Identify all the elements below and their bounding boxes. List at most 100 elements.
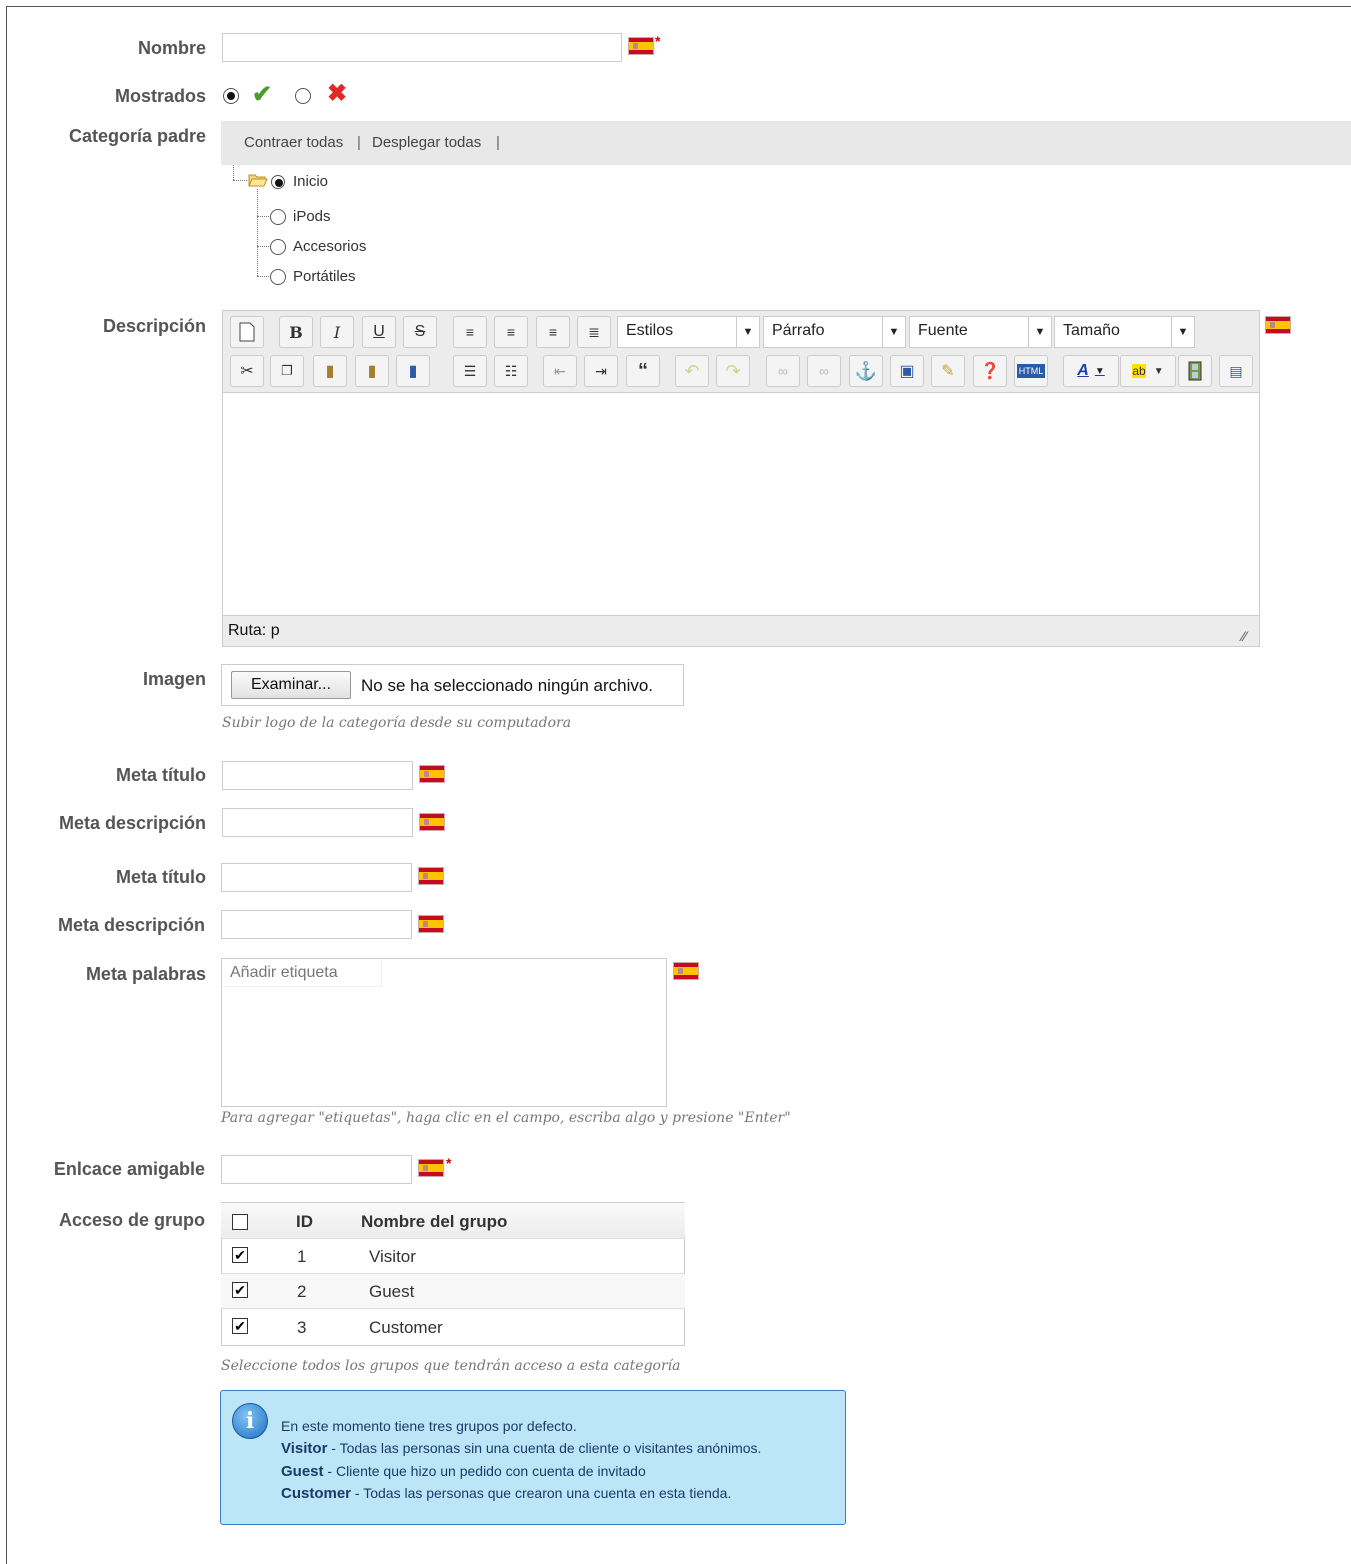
add-tag-input[interactable]: Añadir etiqueta: [223, 960, 382, 987]
cut-icon[interactable]: ✂: [230, 355, 264, 387]
highlight-color-icon[interactable]: ab ▼: [1120, 355, 1176, 387]
styles-select[interactable]: Estilos ▼: [617, 316, 760, 348]
media-icon[interactable]: [1178, 355, 1212, 387]
header-id: ID: [296, 1212, 313, 1231]
meta-keywords-label: Meta palabras: [85, 964, 206, 984]
info-group-desc: - Todas las personas sin una cuenta de c…: [327, 1440, 762, 1456]
link-icon[interactable]: ∞: [766, 355, 800, 387]
keywords-hint: Para agregar "etiquetas", haga clic en e…: [221, 1110, 791, 1126]
text-color-icon[interactable]: A ▼: [1063, 355, 1119, 387]
check-icon: ✔: [252, 81, 273, 108]
underline-icon[interactable]: U: [362, 316, 396, 348]
tree-item-inicio[interactable]: Inicio: [293, 173, 328, 190]
spain-flag-icon[interactable]: [1266, 317, 1290, 333]
browse-button[interactable]: Examinar...: [231, 671, 351, 699]
chevron-down-icon: ▼: [1028, 317, 1051, 347]
help-icon[interactable]: ❓: [973, 355, 1007, 387]
info-intro: En este momento tiene tres grupos por de…: [281, 1418, 577, 1434]
chevron-down-icon: ▼: [1171, 317, 1194, 347]
align-center-icon[interactable]: ≡: [494, 316, 528, 348]
undo-icon[interactable]: ↶: [675, 355, 709, 387]
info-group-desc: - Todas las personas que crearon una cue…: [351, 1485, 732, 1501]
copy-icon[interactable]: ❐: [270, 355, 304, 387]
anchor-icon[interactable]: ⚓: [849, 355, 883, 387]
tree-item-accesorios[interactable]: Accesorios: [293, 238, 366, 255]
group-checkbox[interactable]: ✔: [232, 1247, 248, 1263]
template-icon[interactable]: ▤: [1219, 355, 1253, 387]
indent-icon[interactable]: ⇥: [584, 355, 618, 387]
tree-connector: [257, 189, 258, 276]
paragraph-select[interactable]: Párrafo ▼: [763, 316, 906, 348]
meta-description-input[interactable]: [221, 910, 412, 939]
spain-flag-icon[interactable]: [420, 766, 444, 782]
info-group-name: Guest: [281, 1463, 324, 1480]
meta-title-label: Meta título: [116, 867, 206, 887]
tree-item-ipods[interactable]: iPods: [293, 208, 331, 225]
name-input[interactable]: [222, 33, 622, 62]
file-input[interactable]: Examinar... No se ha seleccionado ningún…: [221, 664, 684, 706]
image-label: Imagen: [142, 669, 206, 689]
info-line-customer: Customer - Todas las personas que crearo…: [281, 1485, 731, 1502]
paste-text-icon[interactable]: ▮: [355, 355, 389, 387]
tree-radio-portatiles[interactable]: [270, 269, 286, 285]
paste-word-icon[interactable]: ▮: [396, 355, 430, 387]
unlink-icon[interactable]: ∞: [807, 355, 841, 387]
tree-item-portatiles[interactable]: Portátiles: [293, 268, 356, 285]
align-left-icon[interactable]: ≡: [453, 316, 487, 348]
tree-separator: |: [496, 134, 500, 151]
info-line-visitor: Visitor - Todas las personas sin una cue…: [281, 1440, 761, 1457]
blockquote-icon[interactable]: “: [626, 355, 660, 387]
tree-radio-ipods[interactable]: [270, 209, 286, 225]
meta-title-input[interactable]: [222, 761, 413, 790]
parent-category-label: Categoría padre: [68, 126, 206, 146]
spain-flag-icon[interactable]: [419, 916, 443, 932]
size-select[interactable]: Tamaño ▼: [1054, 316, 1195, 348]
spain-flag-icon[interactable]: [419, 1160, 443, 1176]
italic-icon[interactable]: I: [320, 316, 354, 348]
tree-radio-inicio[interactable]: [271, 175, 285, 189]
no-file-text: No se ha seleccionado ningún archivo.: [361, 676, 654, 695]
meta-description-label: Meta descripción: [58, 813, 206, 833]
styles-select-value: Estilos: [626, 322, 674, 339]
select-all-checkbox[interactable]: [232, 1214, 248, 1230]
spain-flag-icon[interactable]: [674, 963, 698, 979]
align-right-icon[interactable]: ≡: [536, 316, 570, 348]
editor-content-area[interactable]: [223, 392, 1259, 616]
displayed-yes-radio[interactable]: [223, 88, 239, 104]
tree-radio-accesorios[interactable]: [270, 239, 286, 255]
image-hint: Subir logo de la categoría desde su comp…: [222, 715, 572, 731]
image-icon[interactable]: ▣: [890, 355, 924, 387]
cleanup-icon[interactable]: ✎: [931, 355, 965, 387]
displayed-no-radio[interactable]: [295, 88, 311, 104]
meta-description-input[interactable]: [222, 808, 413, 837]
keywords-tag-box[interactable]: Añadir etiqueta: [221, 958, 667, 1107]
paste-icon[interactable]: ▮: [313, 355, 347, 387]
outdent-icon[interactable]: ⇤: [543, 355, 577, 387]
friendly-url-input[interactable]: [221, 1155, 412, 1184]
info-group-name: Visitor: [281, 1440, 328, 1457]
spain-flag-icon[interactable]: [629, 38, 653, 54]
spain-flag-icon[interactable]: [419, 868, 443, 884]
spain-flag-icon[interactable]: [420, 814, 444, 830]
font-select[interactable]: Fuente ▼: [909, 316, 1052, 348]
redo-icon[interactable]: ↷: [716, 355, 750, 387]
align-justify-icon[interactable]: ≣: [577, 316, 611, 348]
tree-connector: [257, 246, 269, 247]
info-line-guest: Guest - Cliente que hizo un pedido con c…: [281, 1463, 646, 1480]
new-document-icon[interactable]: [230, 316, 264, 348]
table-row: ✔ 3 Customer: [221, 1309, 685, 1344]
meta-title-input[interactable]: [221, 863, 412, 892]
displayed-label: Mostrados: [114, 86, 206, 106]
collapse-all-link[interactable]: Contraer todas: [244, 134, 343, 151]
tree-toolbar: Contraer todas | Desplegar todas |: [221, 121, 1351, 165]
bold-icon[interactable]: B: [279, 316, 313, 348]
expand-all-link[interactable]: Desplegar todas: [372, 134, 481, 151]
group-checkbox[interactable]: ✔: [232, 1282, 248, 1298]
bullet-list-icon[interactable]: ☰: [453, 355, 487, 387]
resize-handle-icon[interactable]: ⁄⁄: [1242, 628, 1247, 644]
paragraph-select-value: Párrafo: [772, 322, 825, 339]
numbered-list-icon[interactable]: ☷: [494, 355, 528, 387]
strikethrough-icon[interactable]: S: [403, 316, 437, 348]
group-checkbox[interactable]: ✔: [232, 1318, 248, 1334]
html-source-icon[interactable]: HTML: [1014, 355, 1048, 387]
